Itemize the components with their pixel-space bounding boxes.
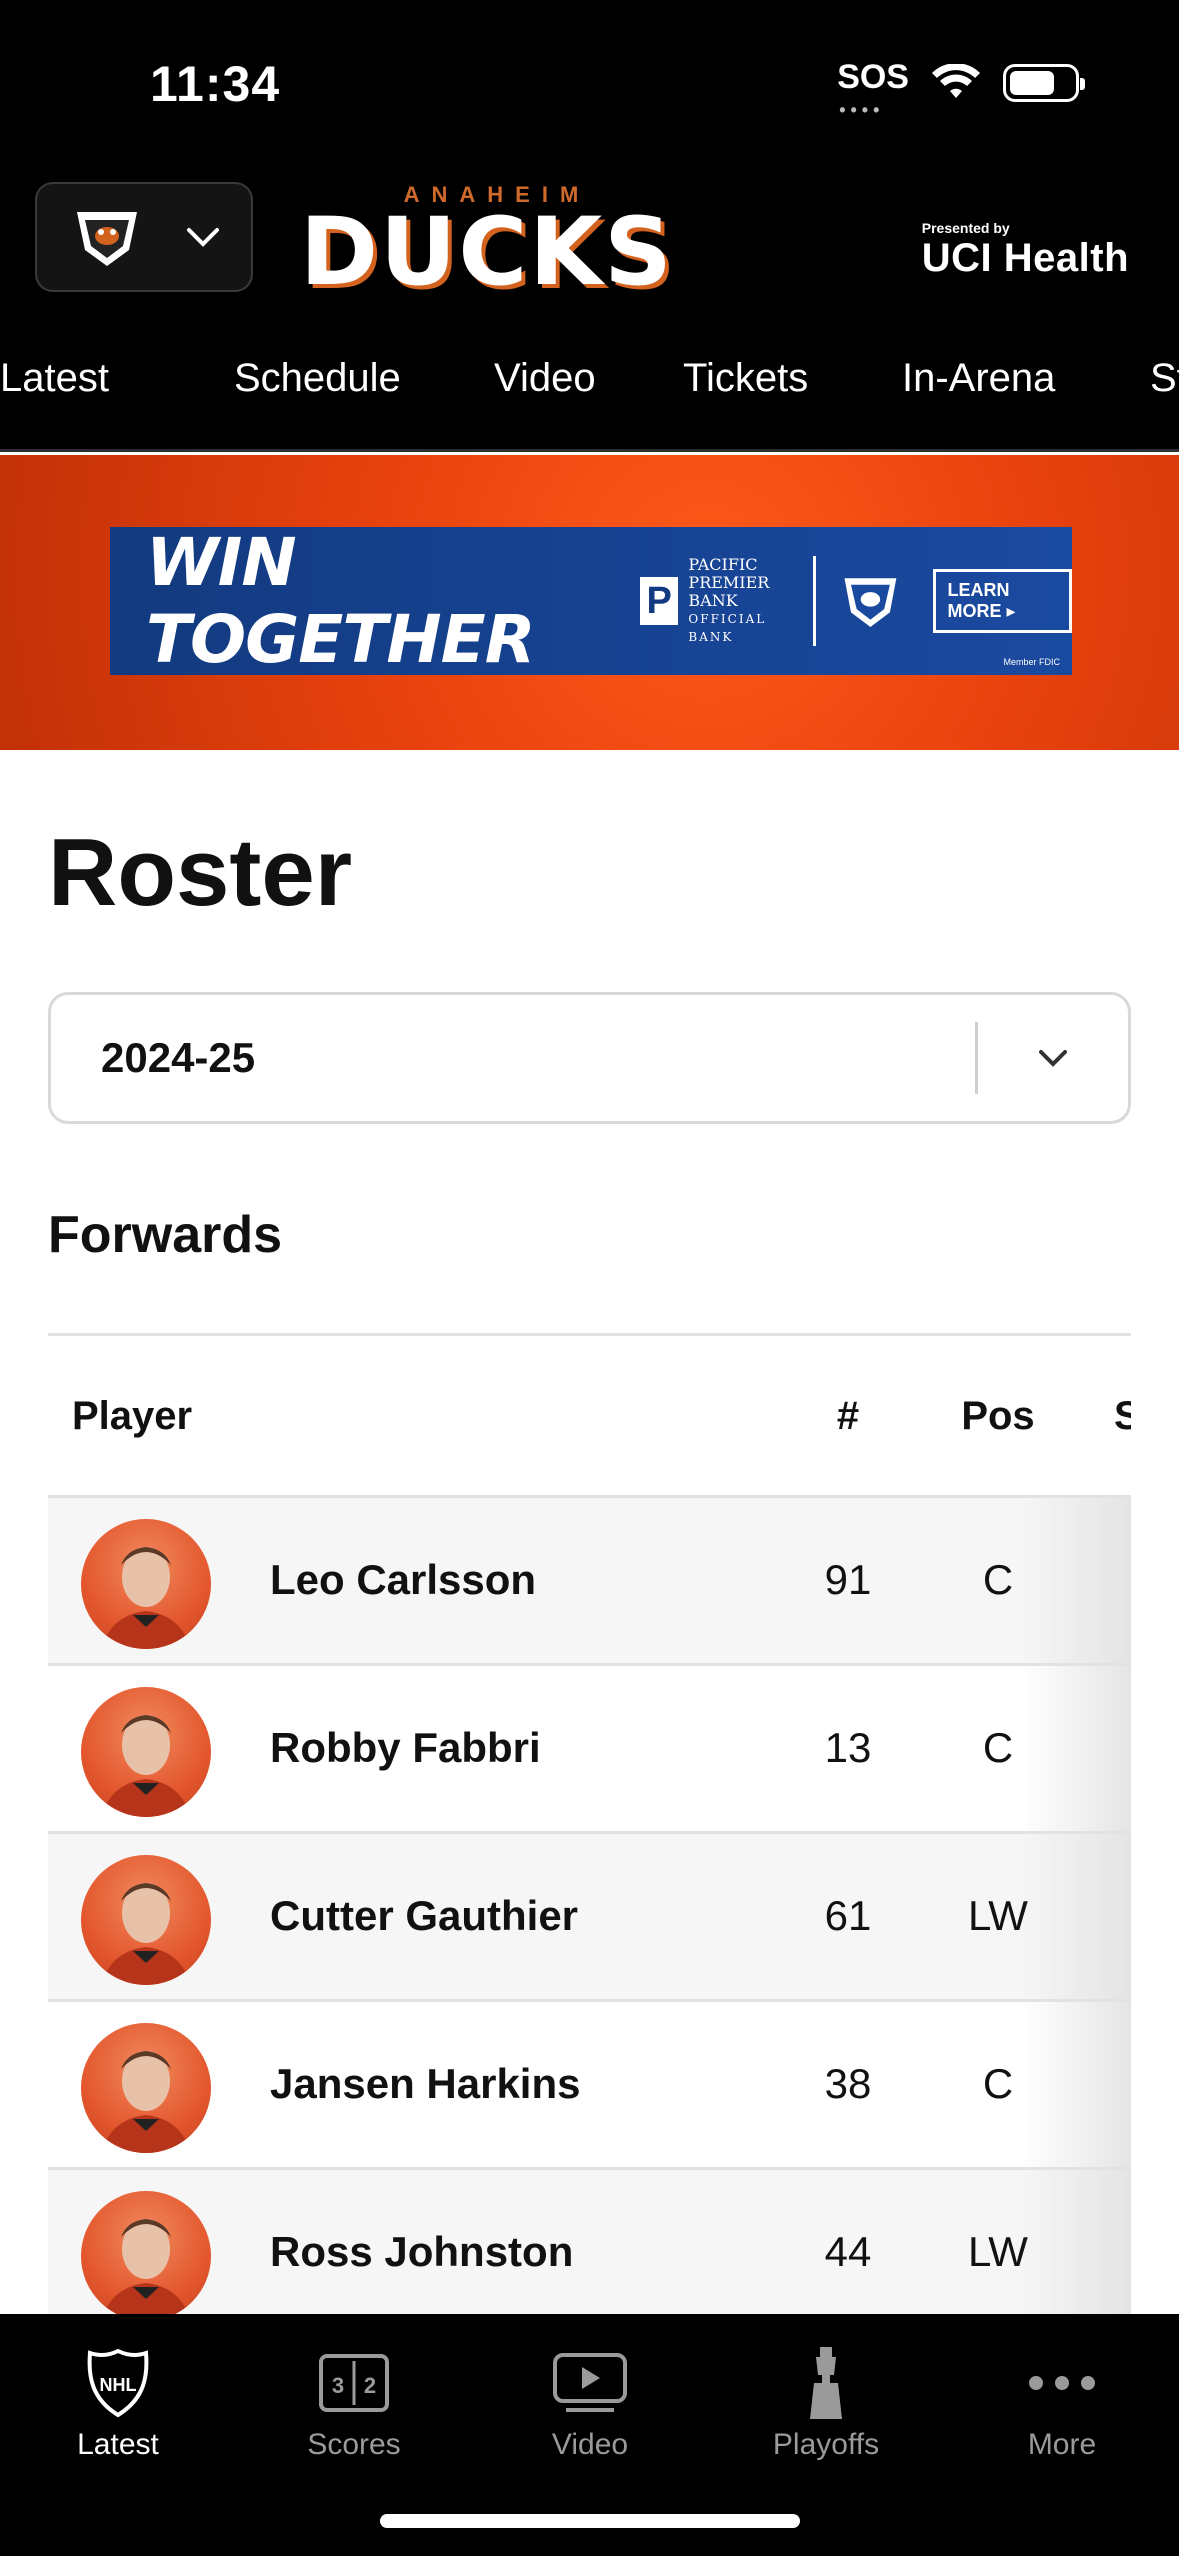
banner-ad[interactable]: WIN TOGETHER P PACIFIC PREMIER BANK OFFI… — [110, 524, 1072, 678]
player-avatar — [81, 2023, 211, 2153]
sos-indicator: SOS — [837, 58, 909, 121]
scroll-fade — [1021, 2170, 1131, 2335]
tab-video[interactable]: Video — [494, 356, 596, 401]
status-indicators: SOS — [837, 58, 1085, 121]
chevron-down-icon — [1039, 1050, 1067, 1067]
player-avatar — [81, 1519, 211, 1649]
table-row[interactable]: Cutter Gauthier 61 LW — [48, 1834, 1131, 2002]
tab-tickets[interactable]: Tickets — [683, 356, 808, 401]
player-photo-icon — [101, 1547, 191, 1649]
home-indicator[interactable] — [380, 2514, 800, 2528]
select-chevron — [978, 1038, 1128, 1078]
page-title: Roster — [48, 819, 353, 926]
tab-schedule[interactable]: Schedule — [234, 356, 401, 401]
player-number: 13 — [824, 1724, 872, 1771]
bank-line-2: PREMIER — [688, 573, 770, 592]
status-bar: 11:34 SOS — [0, 0, 1179, 170]
player-avatar — [81, 1687, 211, 1817]
bank-p-icon: P — [640, 577, 679, 625]
player-photo-icon — [101, 2219, 191, 2321]
learn-more-button[interactable]: LEARN MORE ▸ — [932, 569, 1072, 633]
more-dots-icon — [1029, 2376, 1095, 2390]
col-header-more[interactable]: S — [1114, 1394, 1131, 1439]
app-header: ANAHEIM DUCKS Presented by UCI Health — [0, 170, 1179, 320]
season-select[interactable]: 2024-25 — [48, 992, 1131, 1124]
nav-scores[interactable]: 3 2 Scores — [236, 2344, 472, 2462]
promo-banner: WIN TOGETHER P PACIFIC PREMIER BANK OFFI… — [0, 455, 1179, 750]
player-avatar — [81, 2191, 211, 2321]
scoreboard-icon: 3 2 — [319, 2354, 389, 2412]
sponsor-logo: Presented by UCI Health — [922, 220, 1129, 281]
scroll-fade — [1021, 1666, 1131, 1831]
status-time: 11:34 — [150, 56, 281, 112]
nav-label-scores: Scores — [307, 2428, 401, 2461]
scroll-fade — [1021, 1498, 1131, 1663]
stanley-cup-icon — [810, 2347, 842, 2419]
team-wordmark: ANAHEIM DUCKS — [300, 182, 674, 307]
wifi-icon — [932, 63, 980, 98]
nav-video[interactable]: Video — [472, 2344, 708, 2462]
scroll-fade — [1021, 2002, 1131, 2167]
table-row[interactable]: Robby Fabbri 13 C — [48, 1666, 1131, 1834]
ducks-logo-icon — [844, 578, 897, 627]
nav-label-playoffs: Playoffs — [772, 2428, 880, 2461]
nav-label-video: Video — [551, 2428, 629, 2461]
section-title: Forwards — [48, 1206, 283, 1264]
player-name[interactable]: Leo Carlsson — [270, 1556, 536, 1604]
bank-line-1: PACIFIC — [688, 555, 758, 574]
nav-latest[interactable]: NHL Latest — [0, 2344, 236, 2462]
table-row[interactable]: Jansen Harkins 38 C — [48, 2002, 1131, 2170]
sponsor-name: UCI Health — [921, 236, 1129, 280]
nav-label-more: More — [1027, 2428, 1097, 2461]
scroll-fade — [1021, 1834, 1131, 1999]
roster-table: Player # Pos S Leo Carlsson 91 C Robby Fabb… — [48, 1333, 1131, 2338]
nav-more[interactable]: More — [944, 2344, 1179, 2462]
player-number: 61 — [824, 1892, 872, 1939]
svg-text:3: 3 — [332, 2373, 344, 2398]
battery-icon — [1003, 63, 1085, 102]
tab-latest[interactable]: Latest — [0, 356, 109, 401]
ad-divider — [813, 556, 816, 646]
bank-logo: P PACIFIC PREMIER BANK OFFICIAL BANK — [640, 556, 791, 646]
player-avatar — [81, 1855, 211, 1985]
tab-stats[interactable]: St — [1150, 356, 1179, 401]
bank-sub: OFFICIAL BANK — [688, 612, 767, 644]
bottom-navigation: NHL Latest 3 2 Scores Video Playoffs Mor… — [0, 2314, 1179, 2556]
tab-in-arena[interactable]: In-Arena — [902, 356, 1055, 401]
player-number: 44 — [824, 2228, 872, 2275]
player-number: 91 — [824, 1556, 872, 1603]
svg-text:NHL: NHL — [100, 2375, 137, 2395]
table-row[interactable]: Leo Carlsson 91 C — [48, 1498, 1131, 1666]
play-icon — [553, 2353, 627, 2412]
nav-playoffs[interactable]: Playoffs — [708, 2344, 944, 2462]
player-name[interactable]: Ross Johnston — [270, 2228, 573, 2276]
player-photo-icon — [101, 2051, 191, 2153]
player-number: 38 — [824, 2060, 872, 2107]
ducks-logo-icon — [77, 212, 137, 266]
col-header-position[interactable]: Pos — [908, 1394, 1088, 1439]
table-header: Player # Pos S — [48, 1333, 1131, 1498]
player-name[interactable]: Cutter Gauthier — [270, 1892, 578, 1940]
svg-text:2: 2 — [364, 2373, 376, 2398]
col-header-number[interactable]: # — [768, 1394, 928, 1439]
nhl-shield-icon: NHL — [87, 2348, 149, 2418]
player-name[interactable]: Jansen Harkins — [270, 2060, 581, 2108]
bank-line-3: BANK — [688, 591, 738, 610]
ad-headline: WIN TOGETHER — [146, 524, 536, 678]
table-row[interactable]: Ross Johnston 44 LW — [48, 2170, 1131, 2338]
brand-name: DUCKS — [300, 198, 674, 307]
nav-label-latest: Latest — [77, 2428, 159, 2461]
player-photo-icon — [101, 1715, 191, 1817]
chevron-down-icon — [187, 228, 219, 247]
col-header-player[interactable]: Player — [72, 1394, 192, 1439]
section-tabs: Latest Schedule Video Tickets In-Arena S… — [0, 320, 1179, 452]
sponsor-presented-by: Presented by — [921, 220, 1010, 236]
player-name[interactable]: Robby Fabbri — [270, 1724, 541, 1772]
player-photo-icon — [101, 1883, 191, 1985]
team-switcher-button[interactable] — [35, 182, 253, 292]
ad-fine-print: Member FDIC — [1003, 657, 1060, 667]
season-value: 2024-25 — [101, 1034, 256, 1081]
